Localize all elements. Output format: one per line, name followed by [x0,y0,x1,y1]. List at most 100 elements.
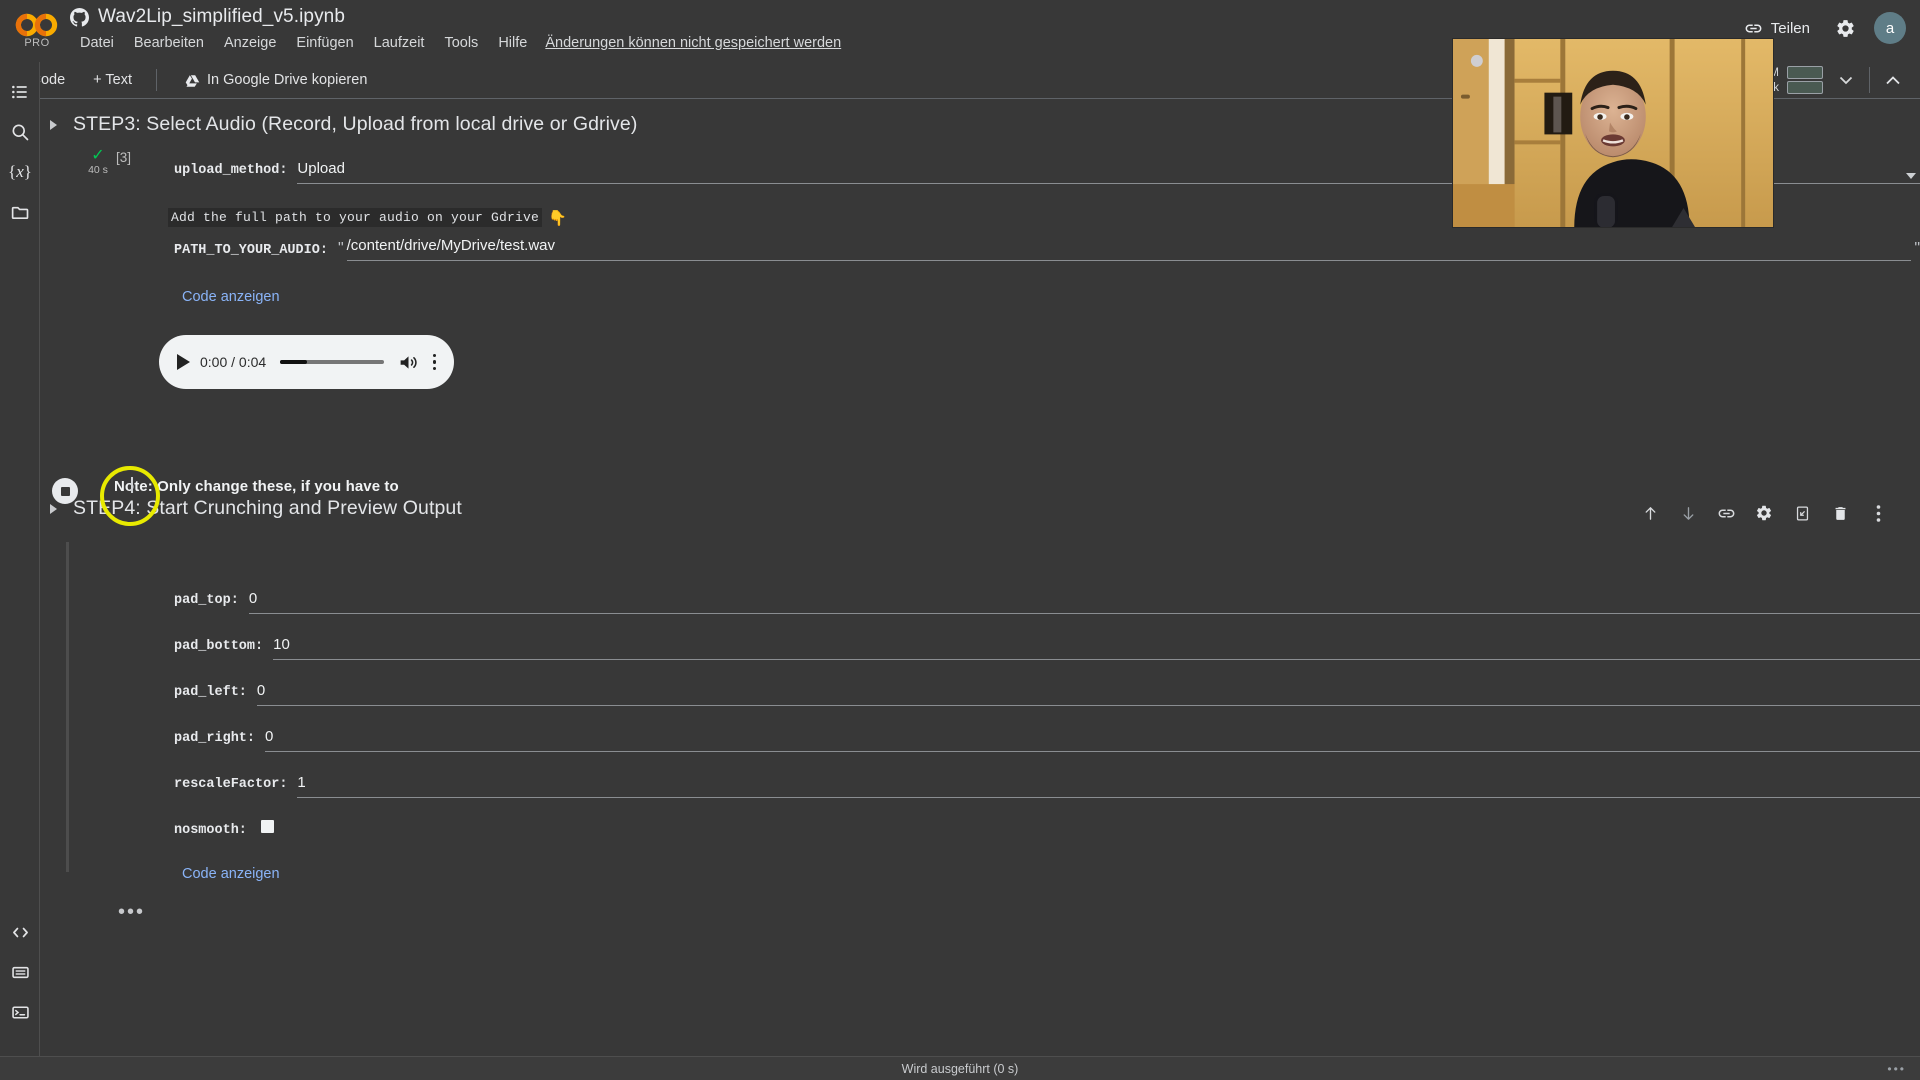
show-code-link-step4[interactable]: Code anzeigen [182,856,280,886]
copy-to-drive-button[interactable]: In Google Drive kopieren [175,69,377,91]
run-cell-button-step4[interactable] [52,478,78,504]
menu-hilfe[interactable]: Hilfe [488,33,537,53]
cell-selection-strip [66,542,69,872]
notebook-title-row: Wav2Lip_simplified_v5.ipynb [70,6,345,28]
chevron-down-icon [1839,76,1853,85]
expand-section-step3-icon[interactable] [50,119,57,130]
nosmooth-checkbox[interactable] [260,820,274,833]
table-of-contents-icon [12,85,27,99]
field-value-pad-top: 0 [248,590,258,607]
move-cell-up-button[interactable] [1636,499,1664,527]
audio-output: 0:00 / 0:04 [159,335,1920,389]
show-code-link-step3[interactable]: Code anzeigen [182,279,280,309]
expand-section-step4-icon[interactable] [50,503,57,514]
volume-button[interactable] [398,352,419,373]
code-snippets-icon [12,927,28,937]
field-pad-right[interactable]: 0 [265,728,1920,752]
page-title: Wav2Lip_simplified_v5.ipynb [98,6,346,27]
cell-note-heading: Note: Only change these, if you have to [114,478,399,495]
audio-progress-slider[interactable] [280,360,384,364]
field-path-to-audio[interactable]: " /content/drive/MyDrive/test.wav " [338,237,1920,261]
move-cell-down-icon [1683,506,1693,520]
menu-bar: Datei Bearbeiten Anzeige Einfügen Laufze… [70,33,841,53]
share-label: Teilen [1770,19,1810,37]
chevron-up-icon [1886,75,1900,84]
move-cell-down-button[interactable] [1674,499,1702,527]
section-title-step3: STEP3: Select Audio (Record, Upload from… [73,113,638,135]
avatar[interactable]: a [1874,12,1906,44]
menu-laufzeit[interactable]: Laufzeit [364,33,435,53]
audio-player[interactable]: 0:00 / 0:04 [159,335,454,389]
field-pad-left[interactable]: 0 [256,682,1920,706]
delete-cell-button[interactable] [1826,499,1854,527]
sidebar-item-search[interactable] [0,112,40,152]
settings-button[interactable] [1830,13,1860,43]
status-more-icon[interactable]: ••• [1887,1062,1906,1076]
ram-bar [1787,66,1823,79]
cell-exec-count: [3] [116,150,132,165]
field-rescale-factor[interactable]: 1 [297,774,1920,798]
mirror-cell-button[interactable] [1788,499,1816,527]
menu-datei[interactable]: Datei [70,33,124,53]
field-value-pad-right: 0 [265,728,274,745]
menu-bearbeiten[interactable]: Bearbeiten [124,33,214,53]
sidebar-item-terminal[interactable] [0,992,40,1032]
field-label-pad-right: pad_right: [174,731,256,746]
save-state-message[interactable]: Änderungen können nicht gespeichert werd… [545,35,841,51]
sidebar-item-variables[interactable]: {x} [0,152,40,192]
sidebar-item-files[interactable] [0,192,40,232]
webcam-overlay[interactable] [1452,38,1774,228]
cell-status: ✓ 40 s [88,147,108,177]
play-icon[interactable] [177,354,190,370]
section-title-step4: STEP4: Start Crunching and Preview Outpu… [73,497,462,519]
menu-tools[interactable]: Tools [434,33,488,53]
cell-more-options-button[interactable] [1864,499,1892,527]
form-row-path-to-audio: PATH_TO_YOUR_AUDIO: " /content/drive/MyD… [174,233,1920,279]
add-text-cell-button[interactable]: + Text [83,69,142,91]
cell-settings-icon [1756,505,1772,521]
code-cell-step4: pad_top: 0 pad_bottom: 10 pad_left: 0 pa… [54,536,1920,924]
form-row-pad-right: pad_right: 0 [174,724,1920,770]
mirror-cell-icon [1796,505,1808,521]
sidebar-top-group: {x} [0,72,40,232]
cell-action-toolbar [1636,499,1892,527]
form-fields-path: PATH_TO_YOUR_AUDIO: " /content/drive/MyD… [174,229,1920,279]
menu-einfuegen[interactable]: Einfügen [286,33,363,53]
sidebar-item-table-of-contents[interactable] [0,72,40,112]
path-input[interactable]: /content/drive/MyDrive/test.wav [346,237,1912,261]
cell-more-options-icon [1876,504,1880,522]
field-label-pad-top: pad_top: [174,593,239,608]
files-icon [11,206,28,219]
github-icon[interactable] [70,7,89,27]
text-cursor [131,477,133,493]
cell-settings-button[interactable] [1750,499,1778,527]
colab-notebook-app: PRO Wav2Lip_simplified_v5.ipynb Datei Be… [0,0,1920,1080]
resource-dropdown-button[interactable] [1833,67,1859,93]
chevron-down-icon[interactable] [1906,173,1916,179]
field-label-path-to-audio: PATH_TO_YOUR_AUDIO: [174,243,328,258]
sidebar-item-code-snippets[interactable] [0,912,40,952]
sidebar-item-command-palette[interactable] [0,952,40,992]
field-pad-top[interactable]: 0 [248,590,1920,614]
search-icon [12,124,29,141]
cell-add-actions-button[interactable]: ••• [118,902,1920,922]
form-row-rescale-factor: rescaleFactor: 1 [174,770,1920,816]
link-to-cell-button[interactable] [1712,499,1740,527]
field-nosmooth[interactable] [260,820,274,838]
field-label-nosmooth: nosmooth: [174,823,247,838]
field-pad-bottom[interactable]: 10 [273,636,1920,660]
collapse-header-button[interactable] [1880,67,1906,93]
google-drive-icon [185,74,200,87]
menu-anzeige[interactable]: Anzeige [214,33,286,53]
gear-icon [1836,19,1854,37]
field-value-pad-left: 0 [256,682,266,699]
check-icon: ✓ [91,147,105,164]
link-icon [1745,24,1762,32]
form-row-pad-left: pad_left: 0 [174,678,1920,724]
move-cell-up-icon [1645,506,1655,520]
notebook-canvas: STEP3: Select Audio (Record, Upload from… [40,99,1920,1080]
colab-logo[interactable]: PRO [10,3,64,55]
audio-more-options-button[interactable] [429,353,441,371]
sidebar-bottom-group [0,912,40,1032]
comment-text: Add the full path to your audio on your … [168,208,543,227]
